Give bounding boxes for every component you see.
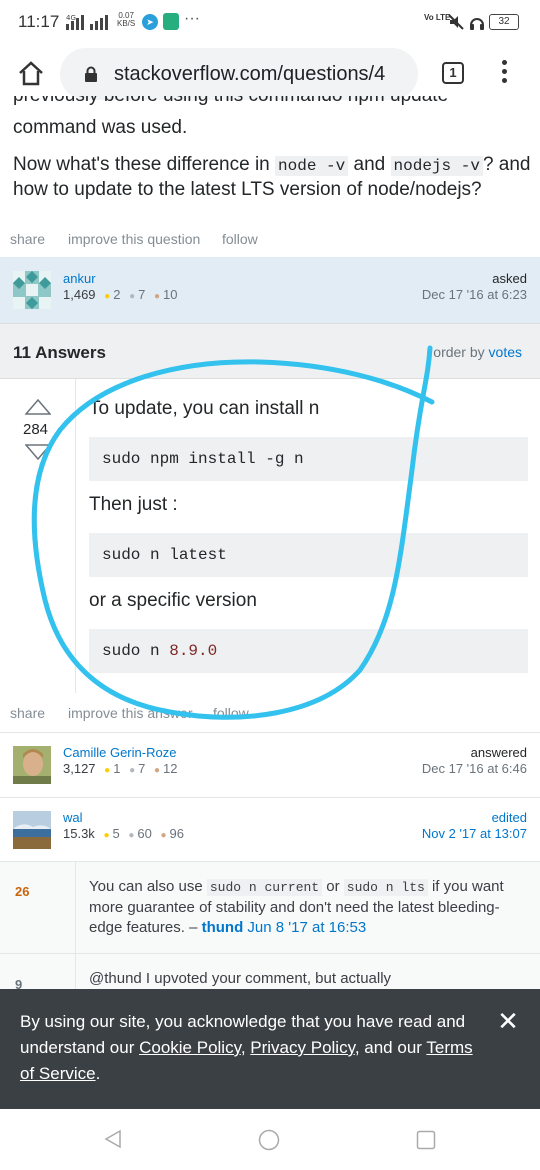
comments-divider — [75, 861, 76, 989]
avatar[interactable] — [13, 271, 51, 309]
notification-app-icon — [163, 13, 179, 30]
answer-paragraph: To update, you can install n — [89, 398, 320, 419]
answer-improve-link[interactable]: improve this answer — [68, 705, 193, 721]
question-text: Now what's these difference in node -v a… — [13, 154, 531, 200]
column-divider — [75, 379, 76, 693]
sort-votes-link[interactable]: votes — [489, 344, 522, 360]
mute-icon — [448, 14, 464, 30]
answer-paragraph: Then just : — [89, 494, 178, 515]
more-notifications-icon: ··· — [184, 10, 200, 27]
upvote-icon[interactable] — [25, 399, 51, 415]
network-speed: 0.07 KB/S — [117, 11, 136, 28]
owner-name[interactable]: ankur — [63, 271, 96, 286]
home-icon[interactable] — [16, 58, 46, 88]
answer-paragraph: or a specific version — [89, 590, 257, 611]
question-text-line: command was used. — [13, 117, 188, 138]
avatar[interactable] — [13, 746, 51, 784]
recents-icon[interactable] — [416, 1130, 436, 1150]
code-block: sudo n latest — [89, 533, 528, 577]
editor-reputation: 15.3k ● 5 ● 60 ● 96 — [63, 826, 184, 841]
cookie-banner: By using our site, you acknowledge that … — [0, 989, 540, 1109]
cookie-policy-link[interactable]: Cookie Policy — [139, 1038, 241, 1057]
answer-editor-card: wal 15.3k ● 5 ● 60 ● 96 edited Nov 2 '17 at… — [0, 797, 540, 861]
code-block: sudo n 8.9.0 — [89, 629, 528, 673]
privacy-policy-link[interactable]: Privacy Policy — [250, 1038, 355, 1057]
question-cut-line: previously before using this commando np… — [13, 96, 473, 114]
status-bar: 11:17 4G 0.07 KB/S ➤ ··· Vo LTE 32 — [0, 0, 540, 44]
address-bar[interactable]: stackoverflow.com/questions/4 — [60, 48, 418, 100]
editor-date[interactable]: Nov 2 '17 at 13:07 — [422, 826, 527, 841]
comment-user-link[interactable]: thund — [202, 919, 244, 936]
lock-icon — [85, 66, 97, 82]
author-name[interactable]: Camille Gerin-Roze — [63, 745, 176, 760]
svg-text:4G: 4G — [66, 14, 76, 22]
headset-icon — [470, 18, 484, 30]
owner-reputation: 1,469 ● 2 ● 7 ● 10 — [63, 287, 178, 302]
cookie-message: By using our site, you acknowledge that … — [20, 1012, 473, 1083]
editor-action[interactable]: edited — [492, 810, 527, 825]
vote-column: 284 — [0, 379, 75, 693]
answers-header: 11 Answers order by votes — [0, 323, 540, 379]
comment-text: @thund I upvoted your comment, but actua… — [89, 970, 392, 987]
status-time: 11:17 — [18, 12, 60, 31]
avatar[interactable] — [13, 811, 51, 849]
answer-share-link[interactable]: share — [10, 705, 45, 721]
answers-count: 11 Answers — [13, 343, 106, 362]
system-nav-bar — [0, 1109, 540, 1170]
back-icon[interactable] — [103, 1129, 123, 1149]
vote-count: 284 — [23, 421, 49, 438]
author-reputation: 3,127 ● 1 ● 7 ● 12 — [63, 761, 178, 776]
inline-code: nodejs -v — [390, 156, 483, 176]
question-share-link[interactable]: share — [10, 231, 45, 247]
question-improve-link[interactable]: improve this question — [68, 231, 200, 247]
question-follow-link[interactable]: follow — [222, 231, 258, 247]
question-owner-card: ankur 1,469 ● 2 ● 7 ● 10 asked Dec 17 '16 a… — [0, 257, 540, 323]
answer-author-card: Camille Gerin-Roze 3,127 ● 1 ● 7 ● 12 answe… — [0, 732, 540, 797]
owner-date[interactable]: Dec 17 '16 at 6:23 — [422, 287, 527, 302]
comment-date-link[interactable]: Jun 8 '17 at 16:53 — [247, 919, 366, 936]
home-nav-icon[interactable] — [258, 1129, 280, 1151]
comment-separator — [0, 953, 540, 954]
comment-text: You can also use sudo n current or sudo … — [89, 878, 504, 936]
browser-menu-icon[interactable] — [496, 60, 512, 90]
owner-action: asked — [492, 271, 527, 286]
downvote-icon[interactable] — [25, 444, 51, 460]
close-icon[interactable]: ✕ — [496, 1008, 520, 1034]
sort-order[interactable]: order by votes — [433, 344, 522, 360]
inline-code: node -v — [275, 156, 349, 176]
url-text[interactable]: stackoverflow.com/questions/4 — [114, 63, 410, 86]
code-block: sudo npm install -g n — [89, 437, 528, 481]
telegram-icon: ➤ — [142, 14, 158, 30]
answer-follow-link[interactable]: follow — [213, 705, 249, 721]
tab-switcher-button[interactable]: 1 — [442, 62, 464, 84]
battery-indicator: 32 — [489, 14, 519, 30]
signal-icon: 4G — [66, 14, 108, 30]
comment-score: 26 — [15, 884, 30, 899]
author-date[interactable]: Dec 17 '16 at 6:46 — [422, 761, 527, 776]
author-action: answered — [470, 745, 527, 760]
editor-name[interactable]: wal — [63, 810, 83, 825]
